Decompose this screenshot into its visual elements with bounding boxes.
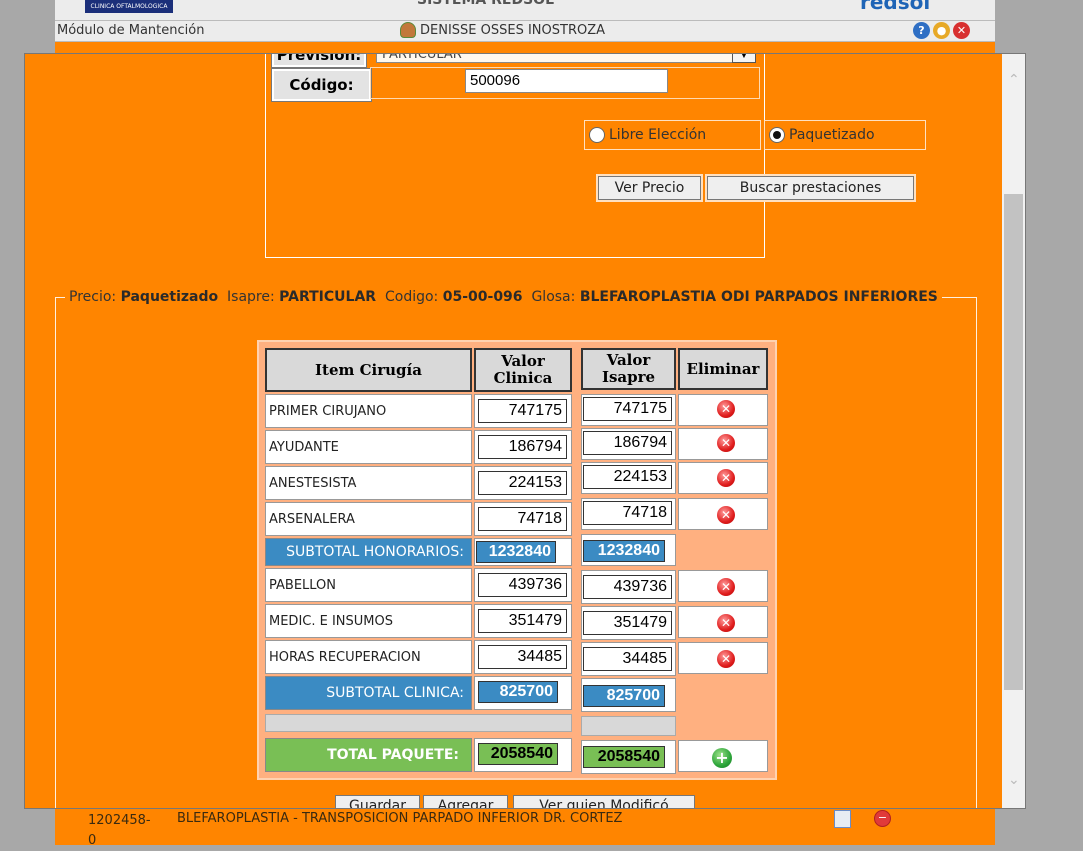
radio-label: Libre Elección [609, 127, 707, 143]
total-paquete-clinica: 2058540 [478, 743, 558, 765]
user-name: DENISSE OSSES INOSTROZA [420, 22, 606, 38]
radio-button-checked[interactable] [769, 127, 785, 143]
table-row-item: PABELLON [265, 568, 472, 602]
module-bar: Módulo de Mantención DENISSE OSSES INOST… [55, 20, 995, 42]
radio-button[interactable] [589, 127, 605, 143]
list-item-glosa: BLEFAROPLASTIA - TRANSPOSICION PARPADO I… [177, 811, 623, 826]
codigo-summary-value: 05-00-096 [442, 289, 523, 305]
user-info: DENISSE OSSES INOSTROZA [400, 22, 605, 38]
table-row-item: MEDIC. E INSUMOS [265, 604, 472, 638]
valor-clinica-input[interactable]: 224153 [478, 471, 567, 495]
agregar-button[interactable]: Agregar [423, 795, 508, 808]
valor-isapre-input[interactable]: 747175 [583, 397, 672, 421]
total-paquete-isapre: 2058540 [583, 746, 665, 768]
subtotal-honorarios-clinica: 1232840 [476, 541, 556, 563]
prevision-label: Previsión: [271, 54, 367, 68]
price-modal: Previsión: PARTICULAR ▼ Código: 500096 L… [24, 53, 1026, 809]
total-paquete-label: TOTAL PAQUETE: [265, 738, 472, 772]
valor-isapre-input[interactable]: 351479 [583, 611, 672, 635]
add-icon[interactable]: + [712, 748, 732, 768]
delete-icon[interactable]: ✕ [717, 434, 735, 452]
valor-clinica-input[interactable]: 439736 [478, 573, 567, 597]
clinic-logo: CLINICA OFTALMOLOGICA [85, 0, 173, 13]
search-panel: Previsión: PARTICULAR ▼ Código: 500096 L… [265, 54, 926, 258]
chevron-down-icon[interactable]: ▼ [732, 54, 756, 63]
radio-libre-eleccion[interactable]: Libre Elección [584, 120, 761, 150]
buscar-prestaciones-button[interactable]: Buscar prestaciones [707, 176, 914, 200]
radio-label: Paquetizado [789, 127, 875, 143]
table-row-item: ANESTESISTA [265, 466, 472, 500]
cost-table: Item Cirugía Valor Clinica Valor Isapre … [257, 340, 777, 780]
header-valor-clinica: Valor Clinica [474, 348, 572, 392]
chevron-down-icon[interactable]: ⌄ [1008, 772, 1020, 788]
precio-value: Paquetizado [120, 289, 219, 305]
radio-paquetizado[interactable]: Paquetizado [764, 120, 926, 150]
spacer-row [581, 716, 676, 736]
codigo-label: Código: [271, 68, 372, 102]
edit-icon[interactable] [834, 810, 851, 828]
guardar-button[interactable]: Guardar [335, 795, 420, 808]
valor-isapre-input[interactable]: 439736 [583, 575, 672, 599]
ver-quien-modifico-button[interactable]: Ver quien Modificó [513, 795, 695, 808]
delete-icon[interactable]: ✕ [717, 614, 735, 632]
header-eliminar: Eliminar [678, 348, 768, 390]
subtotal-honorarios-isapre: 1232840 [583, 540, 665, 562]
delete-icon[interactable]: ✕ [717, 400, 735, 418]
remove-icon[interactable]: − [874, 810, 891, 827]
subtotal-honorarios-label: SUBTOTAL HONORARIOS: [265, 538, 472, 566]
modal-content: Previsión: PARTICULAR ▼ Código: 500096 L… [25, 54, 1002, 808]
delete-icon[interactable]: ✕ [717, 506, 735, 524]
brand-logo: redsol [860, 0, 931, 14]
chevron-up-icon[interactable]: ⌃ [1008, 72, 1020, 88]
table-row-item: HORAS RECUPERACION [265, 640, 472, 674]
price-summary: Precio: Paquetizado Isapre: PARTICULAR C… [65, 289, 942, 305]
isapre-value: PARTICULAR [279, 289, 377, 305]
system-title: SISTEMA REDSOL [417, 0, 554, 8]
module-title: Módulo de Mantención [57, 23, 205, 38]
delete-icon[interactable]: ✕ [717, 469, 735, 487]
table-row-item: PRIMER CIRUJANO [265, 394, 472, 428]
precio-label: Precio: [69, 289, 117, 305]
valor-clinica-input[interactable]: 747175 [478, 399, 567, 423]
valor-clinica-input[interactable]: 34485 [478, 645, 567, 669]
isapre-label: Isapre: [227, 289, 275, 305]
prevision-select[interactable]: PARTICULAR [376, 54, 756, 63]
header-valor-isapre: Valor Isapre [581, 348, 676, 390]
valor-isapre-input[interactable]: 224153 [583, 465, 672, 489]
lock-icon[interactable]: ● [933, 22, 950, 39]
valor-isapre-input[interactable]: 74718 [583, 501, 672, 525]
header-icons: ? ● ✕ [913, 22, 970, 39]
subtotal-clinica-clinica: 825700 [478, 681, 558, 703]
valor-clinica-input[interactable]: 74718 [478, 507, 567, 531]
ver-precio-button[interactable]: Ver Precio [598, 176, 701, 200]
glosa-value: BLEFAROPLASTIA ODI PARPADOS INFERIORES [579, 289, 938, 305]
valor-isapre-input[interactable]: 34485 [583, 647, 672, 671]
close-icon[interactable]: ✕ [953, 22, 970, 39]
codigo-summary-label: Codigo: [384, 289, 439, 305]
user-icon [400, 22, 416, 38]
valor-clinica-input[interactable]: 186794 [478, 435, 567, 459]
table-row-item: AYUDANTE [265, 430, 472, 464]
glosa-label: Glosa: [531, 289, 576, 305]
table-row-item: ARSENALERA [265, 502, 472, 536]
valor-clinica-input[interactable]: 351479 [478, 609, 567, 633]
delete-icon[interactable]: ✕ [717, 650, 735, 668]
subtotal-clinica-label: SUBTOTAL CLINICA: [265, 676, 472, 710]
valor-isapre-input[interactable]: 186794 [583, 431, 672, 455]
codigo-input[interactable]: 500096 [465, 69, 668, 93]
subtotal-clinica-isapre: 825700 [583, 685, 665, 707]
delete-icon[interactable]: ✕ [717, 578, 735, 596]
scrollbar-thumb[interactable] [1004, 194, 1023, 690]
spacer-row [265, 714, 572, 732]
help-icon[interactable]: ? [913, 22, 930, 39]
header-item-cirugia: Item Cirugía [265, 348, 472, 392]
list-item-code: 1202458-0 [88, 813, 151, 848]
